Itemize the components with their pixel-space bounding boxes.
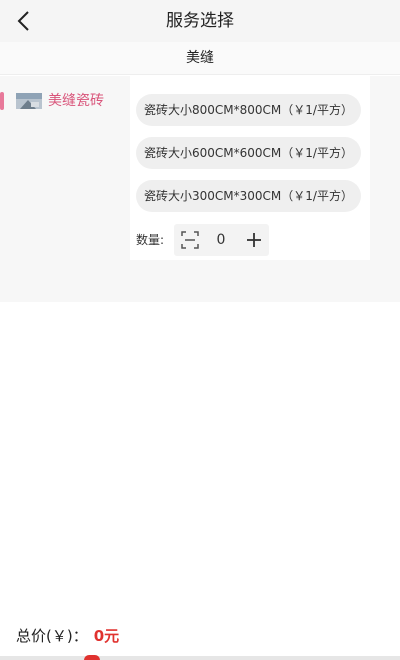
quantity-label: 数量: [136, 233, 165, 247]
quantity-stepper: 0 [174, 224, 269, 256]
total-value: 0元 [93, 627, 120, 645]
sidebar-item-tile-grout[interactable]: 美缝瓷砖 [0, 88, 128, 114]
total-price: 总价(￥)： 0元 [16, 622, 119, 650]
decrease-button[interactable] [178, 228, 202, 252]
increase-button[interactable] [242, 228, 266, 252]
category-title: 美缝 [0, 42, 400, 75]
spec-panel: 瓷砖大小800CM*800CM（￥1/平方） 瓷砖大小600CM*600CM（￥… [130, 76, 370, 260]
page-title: 服务选择 [166, 11, 234, 31]
tile-thumbnail-icon [16, 93, 42, 109]
spec-option-300[interactable]: 瓷砖大小300CM*300CM（￥1/平方） [136, 180, 361, 212]
quantity-value: 0 [216, 232, 226, 248]
nav-bar: 服务选择 [0, 0, 400, 42]
bottom-badge [84, 655, 100, 660]
spec-option-600[interactable]: 瓷砖大小600CM*600CM（￥1/平方） [136, 137, 361, 169]
spec-option-800[interactable]: 瓷砖大小800CM*800CM（￥1/平方） [136, 94, 361, 126]
plus-icon [247, 233, 261, 247]
total-label: 总价(￥)： [16, 627, 88, 645]
quantity-row: 数量: 0 [136, 224, 366, 256]
minus-icon [181, 231, 199, 249]
service-content: 美缝瓷砖 瓷砖大小800CM*800CM（￥1/平方） 瓷砖大小600CM*60… [0, 76, 400, 302]
sidebar-item-label: 美缝瓷砖 [48, 93, 104, 109]
bottom-bar [0, 656, 400, 660]
selected-indicator [0, 92, 4, 110]
